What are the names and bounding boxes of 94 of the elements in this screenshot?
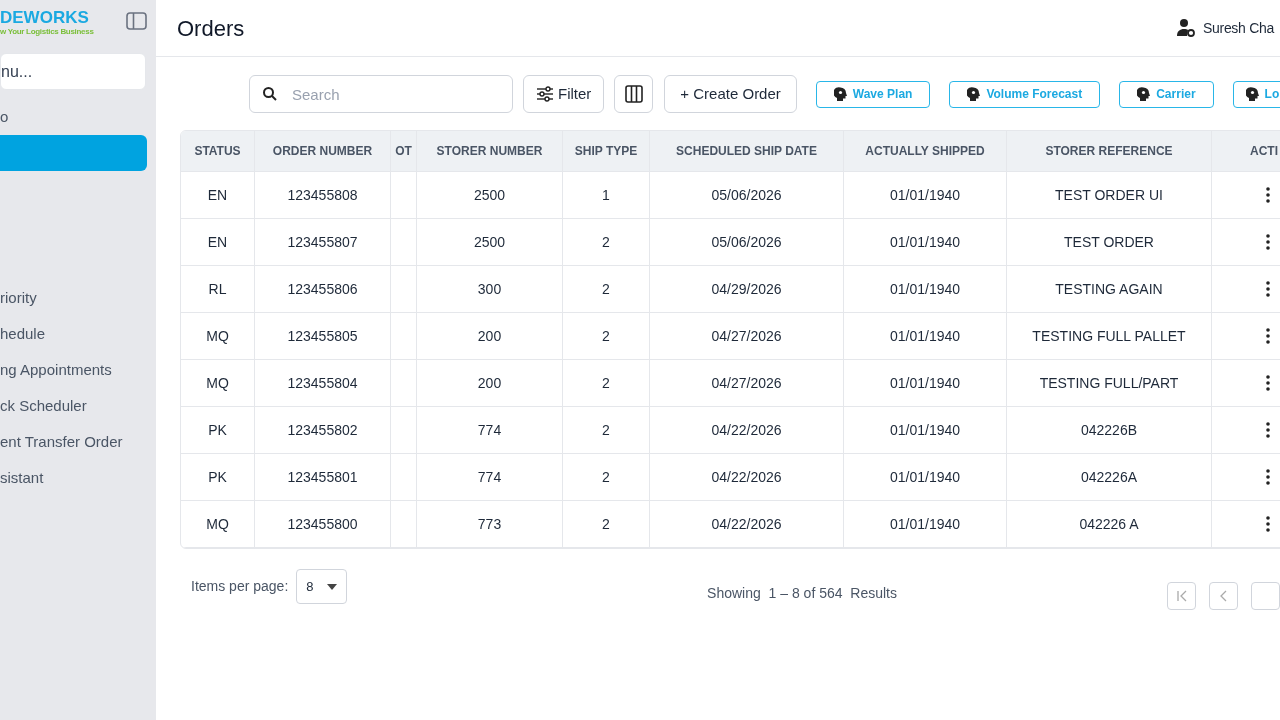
column-header[interactable]: OT <box>391 131 417 171</box>
table-cell: 05/06/2026 <box>650 172 844 218</box>
sidebar-item[interactable]: ck Scheduler <box>0 388 147 424</box>
table-cell: 04/22/2026 <box>650 454 844 500</box>
logo-text: DEWORKS <box>0 9 90 27</box>
table-cell: 774 <box>417 407 563 453</box>
table-cell: PK <box>181 407 255 453</box>
columns-icon <box>624 85 643 103</box>
table-cell: 2 <box>563 313 650 359</box>
table-cell: 2 <box>563 266 650 312</box>
table-cell: EN <box>181 219 255 265</box>
table-cell: 2 <box>563 360 650 406</box>
table-cell: 01/01/1940 <box>844 172 1007 218</box>
sidebar-item[interactable]: hedule <box>0 316 147 352</box>
table-cell: 123455801 <box>255 454 391 500</box>
table-cell: 2 <box>563 454 650 500</box>
table-cell: 04/22/2026 <box>650 407 844 453</box>
items-per-page-select[interactable]: 8 <box>296 569 348 604</box>
search-icon <box>262 86 278 102</box>
logo-tagline: w Your Logistics Business <box>0 27 94 36</box>
table-cell: 123455805 <box>255 313 391 359</box>
column-header[interactable]: ACTI <box>1212 131 1280 171</box>
table-cell: 042226A <box>1007 454 1212 500</box>
user-settings-icon[interactable] <box>1176 18 1196 38</box>
menu-search-field[interactable]: nu... <box>0 53 146 90</box>
table-cell: 042226B <box>1007 407 1212 453</box>
table-cell: 200 <box>417 313 563 359</box>
head-icon <box>1245 87 1259 101</box>
table-cell: 2500 <box>417 172 563 218</box>
column-header[interactable]: STORER REFERENCE <box>1007 131 1212 171</box>
table-cell: 123455804 <box>255 360 391 406</box>
table-cell: 04/22/2026 <box>650 501 844 547</box>
table-cell: 774 <box>417 454 563 500</box>
sidebar-item[interactable]: ng Appointments <box>0 352 147 388</box>
column-header[interactable]: STATUS <box>181 131 255 171</box>
filter-icon <box>536 86 554 102</box>
user-name: Suresh Cha <box>1203 18 1274 38</box>
table-cell: 773 <box>417 501 563 547</box>
columns-button[interactable] <box>614 75 654 113</box>
items-per-page-label: Items per page: <box>191 577 289 596</box>
table-cell: PK <box>181 454 255 500</box>
table-cell: 04/27/2026 <box>650 360 844 406</box>
head-icon <box>967 87 981 101</box>
table-cell: 01/01/1940 <box>844 266 1007 312</box>
sidebar-item[interactable]: ent Transfer Order <box>0 424 147 460</box>
table-cell: TEST ORDER <box>1007 219 1212 265</box>
table-cell: 05/06/2026 <box>650 219 844 265</box>
sidebar-item[interactable]: riority <box>0 280 147 316</box>
table-cell: 01/01/1940 <box>844 454 1007 500</box>
table-cell: TESTING FULL PALLET <box>1007 313 1212 359</box>
column-header[interactable]: STORER NUMBER <box>417 131 563 171</box>
table-cell: 01/01/1940 <box>844 219 1007 265</box>
table-cell: 123455808 <box>255 172 391 218</box>
table-cell: 04/29/2026 <box>650 266 844 312</box>
table-cell: 123455807 <box>255 219 391 265</box>
table-cell: 2 <box>563 219 650 265</box>
table-cell: 123455800 <box>255 501 391 547</box>
table-cell: 2 <box>563 501 650 547</box>
table-cell: 2 <box>563 407 650 453</box>
table-cell: MQ <box>181 313 255 359</box>
column-header[interactable]: ACTUALLY SHIPPED <box>844 131 1007 171</box>
table-cell: 01/01/1940 <box>844 407 1007 453</box>
table-cell: MQ <box>181 360 255 406</box>
table-cell: TESTING FULL/PART <box>1007 360 1212 406</box>
table-cell: 04/27/2026 <box>650 313 844 359</box>
table-cell: 200 <box>417 360 563 406</box>
table-cell: EN <box>181 172 255 218</box>
table-cell: 042226 A <box>1007 501 1212 547</box>
column-header[interactable]: ORDER NUMBER <box>255 131 391 171</box>
table-cell: 2500 <box>417 219 563 265</box>
sidebar-toggle-icon[interactable] <box>126 12 147 30</box>
table-cell: 01/01/1940 <box>844 501 1007 547</box>
table-cell: 123455802 <box>255 407 391 453</box>
table-cell: 01/01/1940 <box>844 360 1007 406</box>
create-order-button[interactable]: + Create Order <box>664 75 797 113</box>
caret-icon <box>327 583 338 590</box>
head-icon <box>1137 87 1151 101</box>
search-field[interactable]: Search <box>249 75 513 113</box>
table-cell: RL <box>181 266 255 312</box>
table-cell: TESTING AGAIN <box>1007 266 1212 312</box>
column-header[interactable]: SHIP TYPE <box>563 131 650 171</box>
page-title: Orders <box>177 14 245 43</box>
table-cell: TEST ORDER UI <box>1007 172 1212 218</box>
table-cell: MQ <box>181 501 255 547</box>
results-summary: Showing 1 – 8 of 564 Results <box>707 584 897 603</box>
head-icon <box>833 87 847 101</box>
filter-button[interactable]: Filter <box>523 75 605 113</box>
table-cell: 300 <box>417 266 563 312</box>
column-header[interactable]: SCHEDULED SHIP DATE <box>650 131 844 171</box>
table-cell: 01/01/1940 <box>844 313 1007 359</box>
sidebar-item[interactable]: sistant <box>0 460 147 496</box>
sidebar-item[interactable]: o <box>0 99 147 135</box>
table-cell: 1 <box>563 172 650 218</box>
table-cell: 123455806 <box>255 266 391 312</box>
